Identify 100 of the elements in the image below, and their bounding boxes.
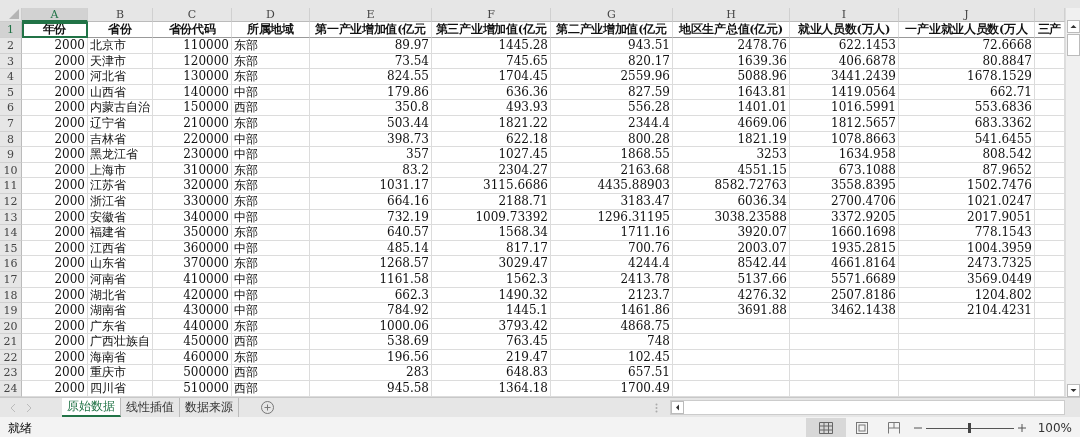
table-cell: 827.59 — [551, 84, 673, 101]
table-cell: 1562.3 — [432, 271, 551, 288]
table-cell: 73.54 — [310, 53, 432, 70]
table-cell: 1161.58 — [310, 271, 432, 288]
table-cell: 500000 — [153, 365, 232, 382]
table-cell: 2000 — [22, 365, 88, 382]
table-cell: 622.1453 — [790, 38, 899, 54]
table-cell: 219.47 — [432, 349, 551, 366]
table-cell: 350000 — [153, 225, 232, 241]
table-cell: 110000 — [153, 38, 232, 54]
scroll-left-icon[interactable] — [671, 401, 684, 414]
table-header-cell: 所属地域 — [232, 22, 310, 38]
column-header[interactable]: G — [551, 8, 673, 22]
column-header[interactable]: C — [153, 8, 232, 22]
table-cell: 89.97 — [310, 38, 432, 54]
table-cell: 398.73 — [310, 131, 432, 148]
vertical-scrollbar[interactable] — [1065, 8, 1080, 397]
sheet-tab[interactable]: 原始数据 — [62, 398, 121, 417]
table-cell: 210000 — [153, 115, 232, 132]
column-header[interactable]: F — [432, 8, 551, 22]
row-number[interactable]: 6 — [0, 100, 22, 116]
table-cell: 北京市 — [88, 38, 153, 54]
table-cell: 664.16 — [310, 193, 432, 210]
page-layout-icon[interactable] — [855, 422, 868, 434]
table-cell: 3253 — [673, 147, 790, 163]
column-header[interactable]: D — [232, 8, 310, 22]
page-break-icon[interactable] — [887, 422, 900, 434]
table-cell: 657.51 — [551, 365, 673, 382]
row-number[interactable]: 19 — [0, 303, 22, 319]
scroll-down-icon[interactable] — [1066, 384, 1080, 397]
table-cell: 东部 — [232, 53, 310, 70]
column-header[interactable]: J — [899, 8, 1035, 22]
table-cell: 1568.34 — [432, 225, 551, 241]
table-cell: 2000 — [22, 69, 88, 85]
table-cell: 2000 — [22, 381, 88, 397]
column-header[interactable]: H — [673, 8, 790, 22]
table-cell: 2413.78 — [551, 271, 673, 288]
row-number[interactable]: 2 — [0, 38, 22, 54]
scroll-up-icon[interactable] — [1066, 20, 1080, 33]
row-number[interactable]: 23 — [0, 365, 22, 382]
column-header[interactable]: A — [22, 8, 88, 22]
row-number[interactable]: 24 — [0, 381, 22, 397]
table-cell: 1634.958 — [790, 147, 899, 163]
table-cell: 3115.6686 — [432, 178, 551, 194]
table-cell: 83.2 — [310, 162, 432, 179]
table-cell: 1021.0247 — [899, 193, 1035, 210]
table-cell: 5088.96 — [673, 69, 790, 85]
table-cell: 1445.28 — [432, 38, 551, 54]
table-cell: 3569.0449 — [899, 271, 1035, 288]
horizontal-scrollbar[interactable] — [670, 400, 1065, 415]
table-cell: 黑龙江省 — [88, 147, 153, 163]
row-number[interactable]: 4 — [0, 69, 22, 85]
table-cell: 2000 — [22, 287, 88, 304]
row-number[interactable]: 1 — [0, 22, 22, 38]
table-cell: 2123.7 — [551, 287, 673, 304]
table-cell: 1027.45 — [432, 147, 551, 163]
row-number[interactable]: 21 — [0, 334, 22, 350]
column-header[interactable]: E — [310, 8, 432, 22]
table-cell: 673.1088 — [790, 162, 899, 179]
table-cell: 370000 — [153, 256, 232, 272]
zoom-slider[interactable] — [925, 422, 1014, 434]
table-cell: 辽宁省 — [88, 115, 153, 132]
table-cell: 东部 — [232, 178, 310, 194]
column-header[interactable]: B — [88, 8, 153, 22]
table-cell: 1812.5657 — [790, 115, 899, 132]
row-number[interactable]: 9 — [0, 147, 22, 163]
table-cell: 1000.06 — [310, 318, 432, 335]
table-cell: 1490.32 — [432, 287, 551, 304]
table-cell: 2000 — [22, 240, 88, 257]
table-cell: 中部 — [232, 147, 310, 163]
table-cell: 745.65 — [432, 53, 551, 70]
table-cell: 820.17 — [551, 53, 673, 70]
split-handle-icon[interactable] — [655, 402, 658, 413]
zoom-out-icon[interactable] — [913, 424, 922, 432]
table-cell: 4868.75 — [551, 318, 673, 335]
row-number[interactable]: 14 — [0, 225, 22, 241]
table-cell: 东部 — [232, 349, 310, 366]
zoom-in-icon[interactable] — [1017, 424, 1026, 432]
table-cell: 622.18 — [432, 131, 551, 148]
table-header-cell: 年份 — [22, 22, 88, 38]
scroll-thumb[interactable] — [1066, 34, 1080, 56]
row-number[interactable]: 16 — [0, 256, 22, 272]
table-cell: 800.28 — [551, 131, 673, 148]
column-header[interactable]: I — [790, 8, 899, 22]
normal-view-icon[interactable] — [805, 418, 846, 437]
table-cell: 510000 — [153, 381, 232, 397]
table-cell: 安徽省 — [88, 209, 153, 226]
table-cell: 1639.36 — [673, 53, 790, 70]
table-cell: 东部 — [232, 318, 310, 335]
table-cell: 6036.34 — [673, 193, 790, 210]
table-cell: 1364.18 — [432, 381, 551, 397]
add-sheet-icon[interactable] — [261, 401, 274, 414]
table-cell: 2000 — [22, 100, 88, 116]
row-number[interactable]: 11 — [0, 178, 22, 194]
table-cell: 四川省 — [88, 381, 153, 397]
zoom-level-text[interactable]: 100% — [1037, 421, 1072, 435]
table-cell: 430000 — [153, 303, 232, 319]
table-cell: 541.6455 — [899, 131, 1035, 148]
slider-thumb[interactable] — [968, 423, 972, 433]
table-cell: 东部 — [232, 69, 310, 85]
